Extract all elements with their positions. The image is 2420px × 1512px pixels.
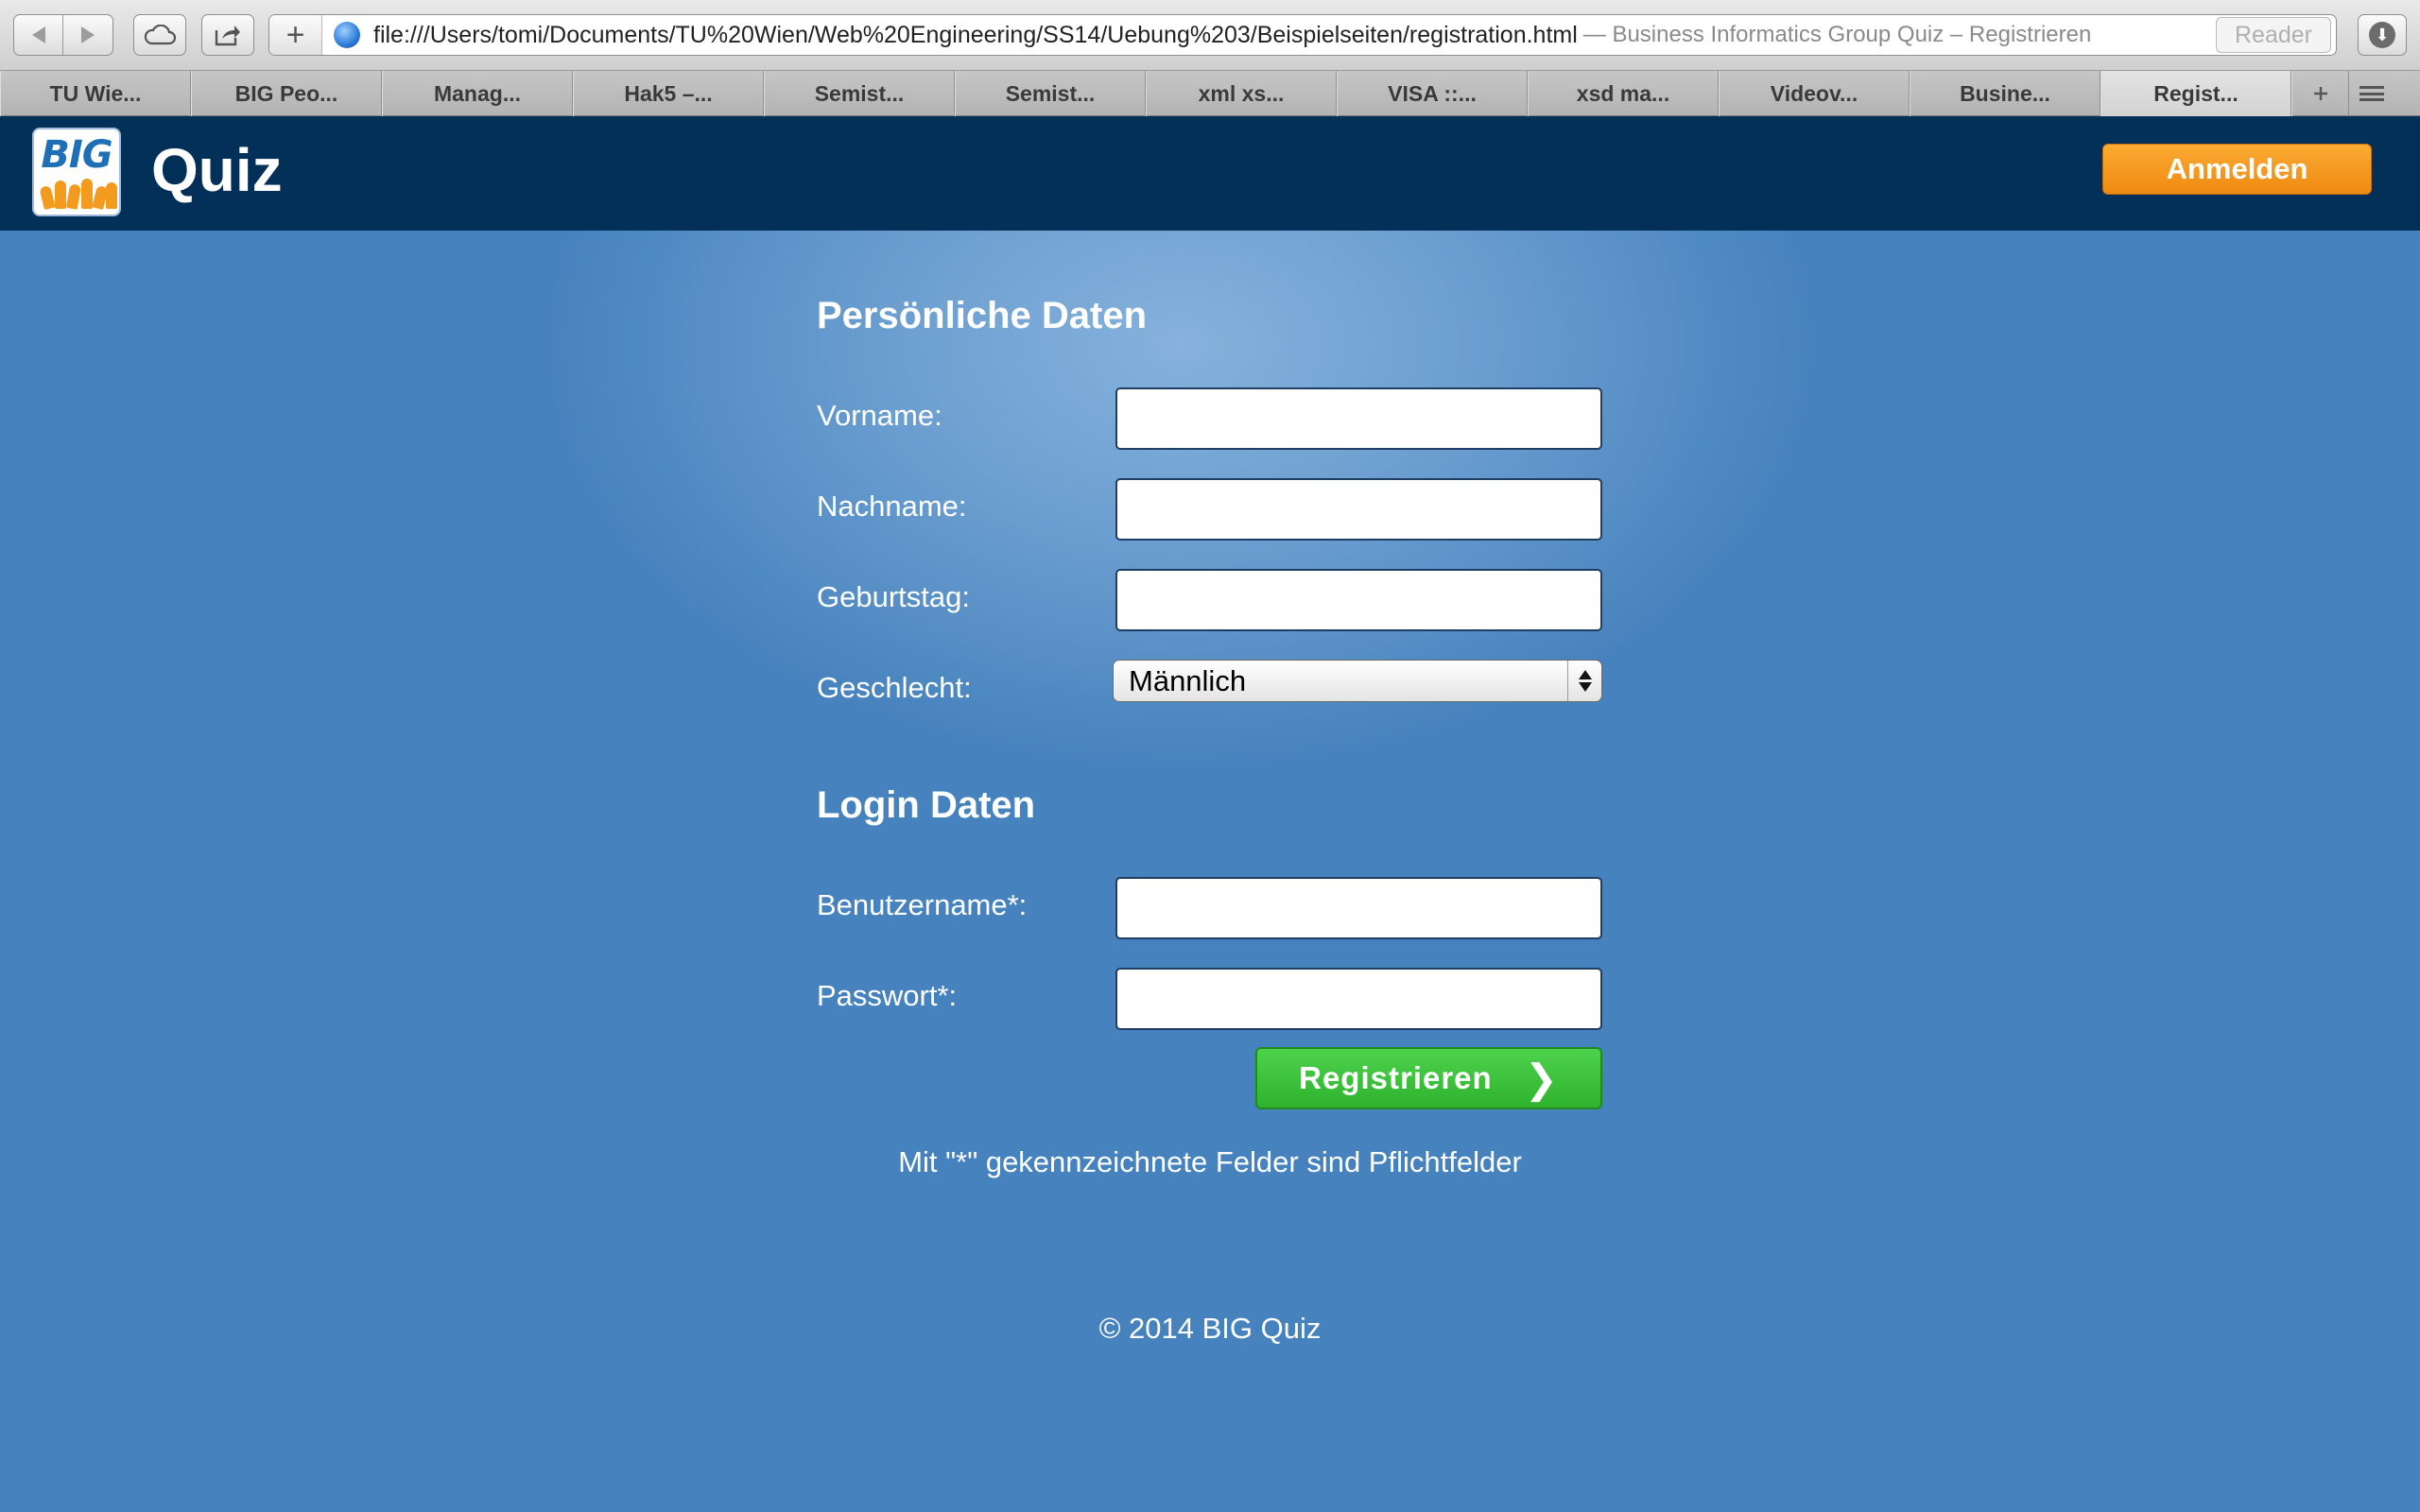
select-arrows-icon — [1567, 661, 1601, 701]
firstname-input[interactable] — [1115, 387, 1602, 450]
tab[interactable]: Semist... — [764, 71, 955, 116]
tab[interactable]: BIG Peo... — [191, 71, 382, 116]
birthday-input[interactable] — [1115, 569, 1602, 631]
lastname-input[interactable] — [1115, 478, 1602, 541]
gender-selected-value: Männlich — [1129, 663, 1247, 697]
tab[interactable]: Semist... — [955, 71, 1146, 116]
tab[interactable]: Manag... — [382, 71, 573, 116]
site-title: Quiz — [151, 136, 283, 204]
back-arrow-icon — [31, 26, 45, 43]
downloads-button[interactable]: ⬇ — [2358, 14, 2407, 56]
tab[interactable]: TU Wie... — [0, 71, 191, 116]
globe-icon — [334, 22, 360, 48]
list-icon — [2359, 86, 2384, 101]
gender-label: Geschlecht: — [817, 671, 972, 704]
logo-people-icon — [39, 171, 117, 211]
tab-bar: TU Wie... BIG Peo... Manag... Hak5 –... … — [0, 71, 2420, 116]
share-button[interactable] — [201, 14, 254, 56]
share-icon — [215, 26, 240, 46]
login-button[interactable]: Anmelden — [2102, 144, 2372, 195]
tab-overview-button[interactable] — [2348, 71, 2394, 116]
site-header: BIG Quiz Anmelden — [0, 116, 2420, 231]
firstname-label: Vorname: — [817, 399, 942, 432]
registration-form-area: Persönliche Daten Vorname: Nachname: Geb… — [0, 231, 2420, 1512]
tab[interactable]: xsd ma... — [1528, 71, 1719, 116]
download-arrow-icon: ⬇ — [2369, 22, 2395, 48]
new-tab-button[interactable] — [2291, 71, 2348, 116]
forward-arrow-icon — [81, 26, 95, 43]
tab[interactable]: Hak5 –... — [573, 71, 764, 116]
personal-data-heading: Persönliche Daten — [817, 295, 1148, 336]
add-bookmark-button[interactable]: + — [269, 15, 322, 55]
tab[interactable]: xml xs... — [1146, 71, 1337, 116]
page-title-in-address: — Business Informatics Group Quiz – Regi… — [1582, 22, 2092, 47]
required-fields-note: Mit "*" gekennzeichnete Felder sind Pfli… — [898, 1145, 1522, 1178]
reader-button[interactable]: Reader — [2216, 17, 2331, 53]
tab-active[interactable]: Regist... — [2100, 71, 2291, 116]
gender-select[interactable]: Männlich — [1113, 660, 1602, 702]
big-logo[interactable]: BIG — [32, 128, 121, 216]
password-label: Passwort*: — [817, 979, 958, 1012]
tab[interactable]: Busine... — [1910, 71, 2100, 116]
username-label: Benutzername*: — [817, 888, 1028, 921]
history-nav-buttons — [13, 14, 113, 56]
lastname-label: Nachname: — [817, 490, 967, 523]
password-input[interactable] — [1115, 968, 1602, 1030]
browser-toolbar: + file:///Users/tomi/Documents/TU%20Wien… — [0, 0, 2420, 71]
login-data-heading: Login Daten — [817, 784, 1036, 826]
tab[interactable]: Videov... — [1719, 71, 1910, 116]
address-bar[interactable]: + file:///Users/tomi/Documents/TU%20Wien… — [268, 14, 2337, 56]
username-input[interactable] — [1115, 877, 1602, 939]
chevron-right-icon: ❯ — [1524, 1056, 1559, 1101]
register-button-label: Registrieren — [1299, 1060, 1493, 1095]
url-text[interactable]: file:///Users/tomi/Documents/TU%20Wien/W… — [373, 22, 1578, 49]
footer-copyright: © 2014 BIG Quiz — [1098, 1312, 1322, 1345]
plus-icon — [2313, 87, 2327, 100]
cloud-icon — [144, 25, 176, 45]
register-button[interactable]: Registrieren ❯ — [1255, 1047, 1602, 1109]
icloud-tabs-button[interactable] — [133, 14, 186, 56]
back-button[interactable] — [14, 15, 64, 55]
birthday-label: Geburtstag: — [817, 580, 970, 613]
tab[interactable]: VISA ::... — [1337, 71, 1528, 116]
forward-button[interactable] — [63, 15, 112, 55]
